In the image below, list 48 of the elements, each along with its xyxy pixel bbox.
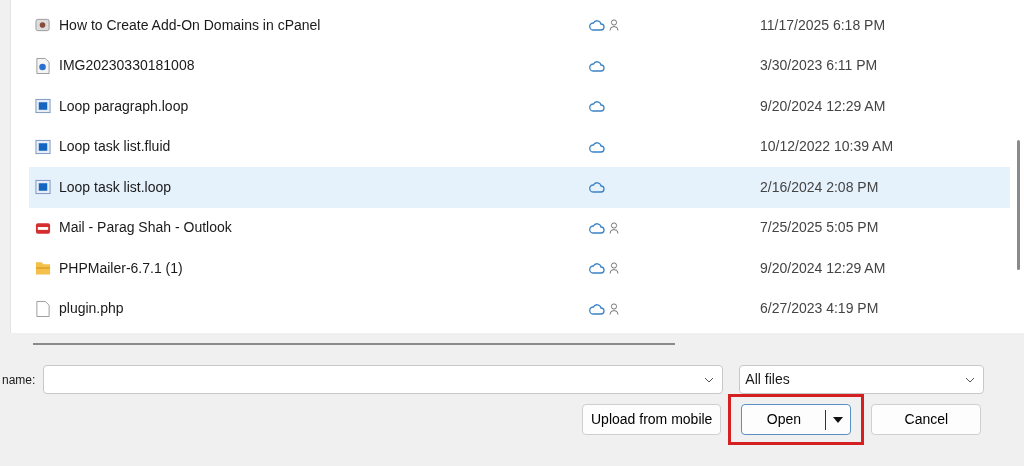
dialog-button[interactable]: Upload from mobile [582,404,722,435]
document-icon [35,299,51,318]
cloud-icon [589,262,605,275]
folder-icon [35,259,51,278]
file-name: Loop paragraph.loop [59,96,190,116]
dialog-button[interactable]: Cancel [871,404,982,435]
file-name: Loop task list.fluid [59,137,172,157]
file-row[interactable]: Loop paragraph.loop 9/20/2024 12:29 AM [29,86,1010,127]
chevron-icon [965,376,976,383]
file-type-dropdown[interactable]: All files [739,365,985,394]
cloud-icon [589,140,605,153]
modified-date: 6/27/2023 4:19 PM [760,299,879,319]
image-file-icon [35,56,51,75]
modified-date: 9/20/2024 12:29 AM [760,96,886,116]
scrollbar-thumb[interactable] [1017,140,1020,270]
cloud-icon [589,19,605,32]
file-row[interactable]: Loop task list.fluid 10/12/2022 10:39 AM [29,126,1010,167]
file-row[interactable]: plugin.php 6/27/2023 4:19 PM [29,288,1010,329]
file-name-label: name: [2,371,36,389]
file-row[interactable]: IMG20230330181008 3/30/2023 6:11 PM [29,45,1010,86]
loop-file-icon [35,97,51,116]
file-name: Loop task list.loop [59,177,173,197]
modified-date: 7/25/2025 5:05 PM [760,218,879,238]
chevron-icon [704,376,715,383]
cloud-icon [589,221,605,234]
modified-date: 2/16/2024 2:08 PM [760,177,879,197]
modified-date: 3/30/2023 6:11 PM [760,56,878,76]
file-name-field[interactable] [43,365,724,394]
loop-file-icon [35,178,51,197]
file-name: PHPMailer-6.7.1 (1) [59,258,184,278]
horizontal-scrollbar[interactable] [33,343,675,345]
cloud-icon [589,59,605,72]
file-row[interactable]: Loop task list.loop 2/16/2024 2:08 PM [29,167,1010,208]
file-name: How to Create Add-On Domains in cPanel [59,15,322,35]
loop-file-icon [35,137,51,156]
modified-date: 9/20/2024 12:29 AM [760,258,886,278]
file-row[interactable]: How to Create Add-On Domains in cPanel 11/17/2025 6:18 PM [29,5,1010,46]
modified-date: 10/12/2022 10:39 AM [760,137,894,157]
open-button[interactable]: Open [741,404,852,435]
cloud-icon [589,100,605,113]
file-name: IMG20230330181008 [59,56,196,76]
file-row[interactable]: Mail - Parag Shah - Outlook 7/25/2025 5:05 PM [29,207,1010,248]
cloud-icon [589,302,605,315]
cloud-icon [589,181,605,194]
modified-date: 11/17/2025 6:18 PM [760,15,886,35]
file-name: plugin.php [59,299,125,319]
file-name: Mail - Parag Shah - Outlook [59,218,233,238]
file-row[interactable]: PHPMailer-6.7.1 (1) 9/20/2024 12:29 AM [29,248,1010,289]
